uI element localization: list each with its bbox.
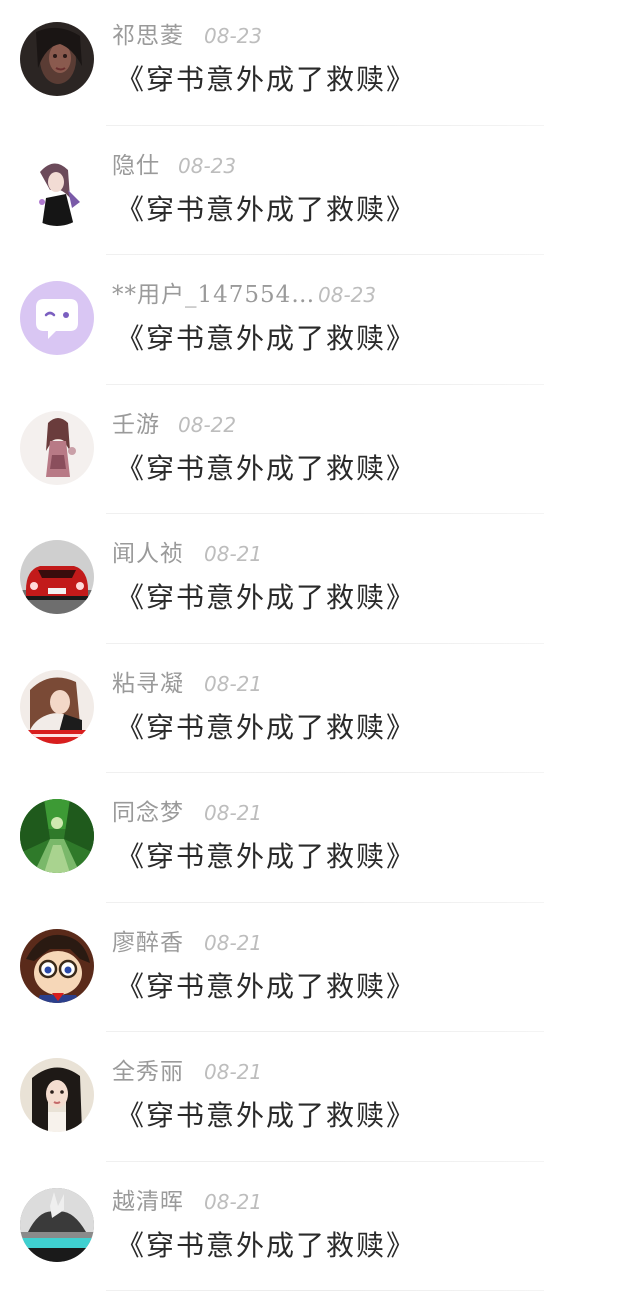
divider bbox=[106, 513, 544, 514]
comment-meta: 隐仕08-23 bbox=[112, 148, 236, 184]
divider bbox=[106, 1290, 544, 1291]
divider bbox=[106, 902, 544, 903]
comment-meta: 壬游08-22 bbox=[112, 407, 236, 443]
divider bbox=[106, 384, 544, 385]
dark-portrait-icon bbox=[20, 22, 94, 96]
avatar[interactable] bbox=[20, 1188, 94, 1262]
comment-list: 祁思菱08-23 《穿书意外成了救赎》 隐仕08-23 《穿书意外成了救赎》 bbox=[0, 0, 640, 1295]
anime-girl-icon bbox=[20, 152, 94, 226]
user-name[interactable]: 廖醉香 bbox=[112, 925, 204, 961]
comment-date: 08-23 bbox=[178, 148, 236, 184]
comment-text: 《穿书意外成了救赎》 bbox=[116, 965, 416, 1009]
girl-photo-icon bbox=[20, 1058, 94, 1132]
comment-text: 《穿书意外成了救赎》 bbox=[116, 317, 416, 361]
list-item[interactable]: 壬游08-22 《穿书意外成了救赎》 bbox=[0, 389, 640, 519]
anime-figure-icon bbox=[20, 411, 94, 485]
list-item[interactable]: 全秀丽08-21 《穿书意外成了救赎》 bbox=[0, 1036, 640, 1166]
list-item[interactable]: 祁思菱08-23 《穿书意外成了救赎》 bbox=[0, 0, 640, 130]
comment-date: 08-21 bbox=[204, 1054, 262, 1090]
comment-meta: 同念梦08-21 bbox=[112, 795, 262, 831]
avatar[interactable] bbox=[20, 540, 94, 614]
red-car-icon bbox=[20, 540, 94, 614]
user-name[interactable]: **用户_147554… bbox=[112, 277, 318, 313]
divider bbox=[106, 125, 544, 126]
list-item[interactable]: 越清晖08-21 《穿书意外成了救赎》 bbox=[0, 1166, 640, 1295]
user-name[interactable]: 隐仕 bbox=[112, 148, 178, 184]
comment-meta: 廖醉香08-21 bbox=[112, 925, 262, 961]
comment-meta: 祁思菱08-23 bbox=[112, 18, 262, 54]
cartoon-girl-icon bbox=[20, 670, 94, 744]
comment-text: 《穿书意外成了救赎》 bbox=[116, 835, 416, 879]
comment-text: 《穿书意外成了救赎》 bbox=[116, 447, 416, 491]
divider bbox=[106, 772, 544, 773]
list-item[interactable]: **用户_147554…08-23 《穿书意外成了救赎》 bbox=[0, 259, 640, 389]
divider bbox=[106, 254, 544, 255]
comment-date: 08-21 bbox=[204, 925, 262, 961]
list-item[interactable]: 廖醉香08-21 《穿书意外成了救赎》 bbox=[0, 907, 640, 1037]
list-item[interactable]: 同念梦08-21 《穿书意外成了救赎》 bbox=[0, 777, 640, 907]
divider bbox=[106, 643, 544, 644]
anime-boy-glasses-icon bbox=[20, 929, 94, 1003]
chat-bubble-icon bbox=[20, 281, 94, 355]
user-name[interactable]: 粘寻凝 bbox=[112, 666, 204, 702]
list-item[interactable]: 闻人祯08-21 《穿书意外成了救赎》 bbox=[0, 518, 640, 648]
comment-text: 《穿书意外成了救赎》 bbox=[116, 1094, 416, 1138]
avatar[interactable] bbox=[20, 281, 94, 355]
comment-date: 08-21 bbox=[204, 666, 262, 702]
divider bbox=[106, 1031, 544, 1032]
user-name[interactable]: 越清晖 bbox=[112, 1184, 204, 1220]
bw-hand-icon bbox=[20, 1188, 94, 1262]
comment-text: 《穿书意外成了救赎》 bbox=[116, 58, 416, 102]
user-name[interactable]: 同念梦 bbox=[112, 795, 204, 831]
user-name[interactable]: 全秀丽 bbox=[112, 1054, 204, 1090]
comment-date: 08-21 bbox=[204, 795, 262, 831]
list-item[interactable]: 隐仕08-23 《穿书意外成了救赎》 bbox=[0, 130, 640, 260]
comment-meta: 越清晖08-21 bbox=[112, 1184, 262, 1220]
green-garden-icon bbox=[20, 799, 94, 873]
avatar[interactable] bbox=[20, 411, 94, 485]
divider bbox=[106, 1161, 544, 1162]
comment-text: 《穿书意外成了救赎》 bbox=[116, 576, 416, 620]
user-name[interactable]: 闻人祯 bbox=[112, 536, 204, 572]
avatar[interactable] bbox=[20, 670, 94, 744]
comment-date: 08-21 bbox=[204, 1184, 262, 1220]
user-name[interactable]: 壬游 bbox=[112, 407, 178, 443]
avatar[interactable] bbox=[20, 929, 94, 1003]
comment-meta: 粘寻凝08-21 bbox=[112, 666, 262, 702]
comment-meta: 闻人祯08-21 bbox=[112, 536, 262, 572]
comment-date: 08-21 bbox=[204, 536, 262, 572]
user-name[interactable]: 祁思菱 bbox=[112, 18, 204, 54]
avatar[interactable] bbox=[20, 799, 94, 873]
comment-date: 08-23 bbox=[204, 18, 262, 54]
comment-date: 08-23 bbox=[318, 277, 376, 313]
comment-text: 《穿书意外成了救赎》 bbox=[116, 1224, 416, 1268]
avatar[interactable] bbox=[20, 1058, 94, 1132]
comment-date: 08-22 bbox=[178, 407, 236, 443]
avatar[interactable] bbox=[20, 152, 94, 226]
list-item[interactable]: 粘寻凝08-21 《穿书意外成了救赎》 bbox=[0, 648, 640, 778]
avatar[interactable] bbox=[20, 22, 94, 96]
comment-text: 《穿书意外成了救赎》 bbox=[116, 706, 416, 750]
comment-meta: 全秀丽08-21 bbox=[112, 1054, 262, 1090]
comment-text: 《穿书意外成了救赎》 bbox=[116, 188, 416, 232]
comment-meta: **用户_147554…08-23 bbox=[112, 277, 376, 313]
